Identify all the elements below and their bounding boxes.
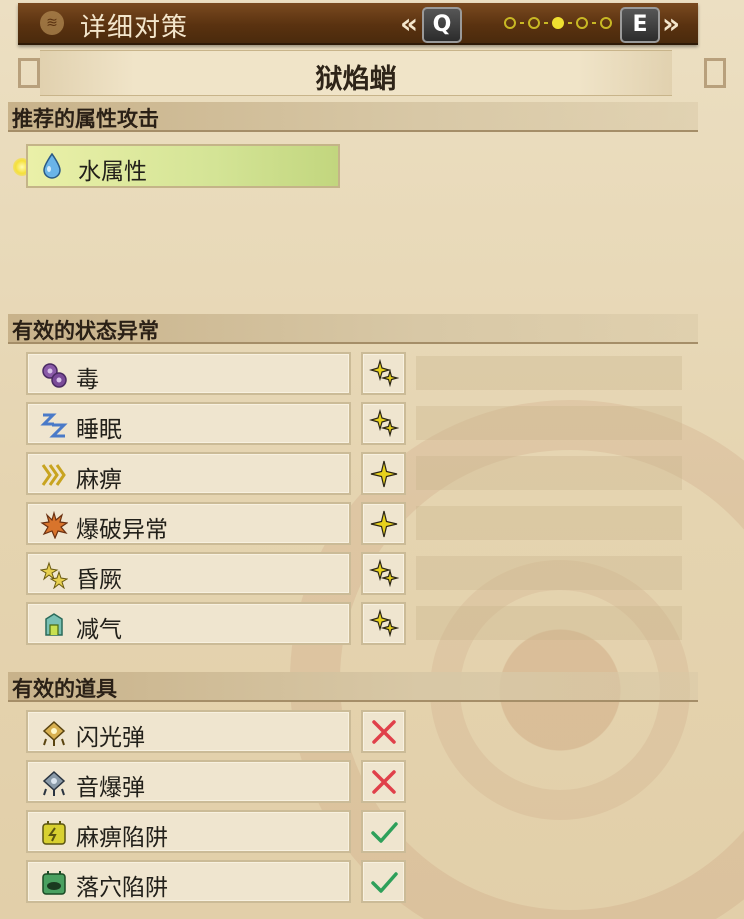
rating-badge: [361, 402, 406, 445]
single-star-icon: [370, 460, 398, 488]
page-dot: [528, 17, 540, 29]
blast-icon: [40, 511, 68, 539]
rating-track: [416, 456, 682, 490]
status-label: 毒: [76, 367, 99, 393]
rating-track: [416, 406, 682, 440]
status-row-blast[interactable]: 爆破异常: [26, 502, 351, 545]
effectiveness-badge: [361, 760, 406, 803]
item-row-shock-trap[interactable]: 麻痹陷阱: [26, 810, 351, 853]
rating-badge: [361, 352, 406, 395]
sleep-icon: [40, 413, 68, 438]
page-dot-active: [552, 17, 564, 29]
water-drop-icon: [43, 153, 61, 179]
section-header-items: 有效的道具: [8, 672, 698, 702]
element-label: 水属性: [78, 159, 147, 185]
paralysis-icon: [41, 464, 66, 486]
item-row-pitfall-trap[interactable]: 落穴陷阱: [26, 860, 351, 903]
next-page-key[interactable]: E: [620, 7, 660, 43]
cross-icon: [372, 770, 396, 794]
item-row-flash-pod[interactable]: 闪光弹: [26, 710, 351, 753]
pitfall-trap-icon: [42, 871, 66, 895]
status-row-sleep[interactable]: 睡眠: [26, 402, 351, 445]
rating-track: [416, 506, 682, 540]
checkmark-icon: [371, 822, 398, 843]
section-header-element: 推荐的属性攻击: [8, 102, 698, 132]
effectiveness-badge: [361, 860, 406, 903]
status-label: 爆破异常: [76, 517, 168, 543]
next-arrow-icon[interactable]: »: [662, 7, 680, 40]
layers-icon: ≋: [40, 11, 64, 35]
item-label: 落穴陷阱: [76, 875, 168, 901]
element-item[interactable]: 水属性: [26, 144, 340, 188]
single-star-icon: [370, 510, 398, 538]
rating-badge: [361, 502, 406, 545]
rating-track: [416, 556, 682, 590]
status-label: 睡眠: [76, 417, 122, 443]
checkmark-icon: [371, 872, 398, 893]
rating-badge: [361, 602, 406, 645]
poison-icon: [42, 363, 67, 388]
effectiveness-badge: [361, 810, 406, 853]
corner-ornament-right: [704, 58, 726, 88]
item-label: 闪光弹: [76, 725, 145, 751]
stun-icon: [40, 561, 68, 589]
status-row-exhaust[interactable]: 减气: [26, 602, 351, 645]
page-dot: [504, 17, 516, 29]
effectiveness-badge: [361, 710, 406, 753]
title-bar: ≋ 详细对策 « Q E »: [18, 3, 698, 45]
status-label: 昏厥: [76, 567, 122, 593]
double-star-icon: [369, 359, 399, 388]
section-label: 推荐的属性攻击: [12, 107, 159, 131]
page-dot: [600, 17, 612, 29]
monster-name: 狱焰蛸: [315, 64, 397, 95]
rating-badge: [361, 552, 406, 595]
item-row-sonic-bomb[interactable]: 音爆弹: [26, 760, 351, 803]
sonic-bomb-icon: [42, 770, 66, 796]
status-label: 减气: [76, 617, 122, 643]
double-star-icon: [369, 609, 399, 638]
section-header-status: 有效的状态异常: [8, 314, 698, 344]
section-label: 有效的状态异常: [12, 319, 159, 343]
status-row-stun[interactable]: 昏厥: [26, 552, 351, 595]
page-title: 详细对策: [80, 13, 189, 43]
flash-pod-icon: [42, 720, 66, 746]
section-label: 有效的道具: [12, 677, 117, 701]
shock-trap-icon: [42, 821, 66, 845]
status-row-paralysis[interactable]: 麻痹: [26, 452, 351, 495]
monster-banner: 狱焰蛸: [40, 50, 672, 96]
rating-track: [416, 356, 682, 390]
item-label: 音爆弹: [76, 775, 145, 801]
page-dot: [576, 17, 588, 29]
corner-ornament-left: [18, 58, 40, 88]
prev-page-key[interactable]: Q: [422, 7, 462, 43]
double-star-icon: [369, 409, 399, 438]
cross-icon: [372, 720, 396, 744]
double-star-icon: [369, 559, 399, 588]
detailed-countermeasures-panel: ≋ 详细对策 « Q E » 狱焰蛸 推荐的属性攻击 水属性 有效的状态异常 毒…: [0, 0, 744, 919]
prev-arrow-icon[interactable]: «: [400, 7, 418, 40]
item-label: 麻痹陷阱: [76, 825, 168, 851]
status-row-poison[interactable]: 毒: [26, 352, 351, 395]
exhaust-icon: [45, 613, 63, 636]
status-label: 麻痹: [76, 467, 122, 493]
rating-track: [416, 606, 682, 640]
rating-badge: [361, 452, 406, 495]
page-indicator: [504, 16, 612, 30]
